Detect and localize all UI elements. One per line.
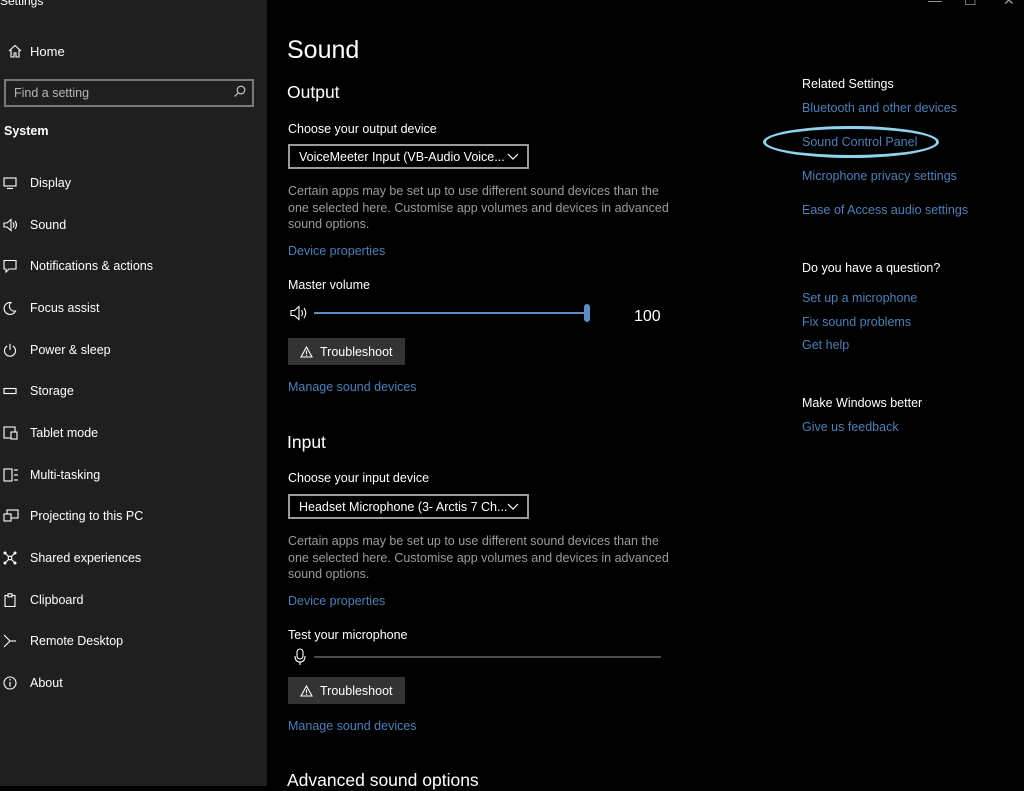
sidebar-item-projecting[interactable]: Projecting to this PC [0,502,267,530]
output-device-label: Choose your output device [288,122,437,136]
page-title: Sound [287,36,360,64]
sidebar-item-label: Remote Desktop [30,634,124,648]
advanced-sound-heading: Advanced sound options [287,770,479,790]
master-volume-fill [314,312,587,314]
sidebar-item-label: Notifications & actions [30,259,153,273]
storage-icon [0,384,30,398]
chevron-down-icon [507,503,519,511]
chevron-down-icon [507,153,519,161]
notification-icon [0,259,30,273]
projecting-icon [0,509,30,523]
sidebar-item-label: Display [30,176,71,190]
display-icon [0,176,30,190]
microphone-privacy-link[interactable]: Microphone privacy settings [802,169,957,183]
sidebar-item-label: Projecting to this PC [30,509,144,523]
give-feedback-link[interactable]: Give us feedback [802,420,899,434]
input-device-properties-link[interactable]: Device properties [288,594,385,608]
make-windows-better-heading: Make Windows better [802,396,923,410]
sidebar-item-remote-desktop[interactable]: Remote Desktop [0,627,267,655]
shared-icon [0,551,30,565]
power-icon [0,343,30,357]
input-manage-devices-link[interactable]: Manage sound devices [288,719,417,733]
troubleshoot-label: Troubleshoot [320,344,393,359]
output-note: Certain apps may be set up to use differ… [288,184,669,231]
warning-icon [300,684,313,697]
sidebar-item-about[interactable]: About [0,669,267,697]
sidebar-item-display[interactable]: Display [0,169,267,197]
tablet-icon [0,426,30,440]
sidebar-item-tablet-mode[interactable]: Tablet mode [0,419,267,447]
speaker-icon [0,218,30,232]
output-manage-devices-link[interactable]: Manage sound devices [288,380,417,394]
clipboard-icon [0,593,30,607]
sidebar-item-multitasking[interactable]: Multi-tasking [0,461,267,489]
warning-icon [300,345,313,358]
output-heading: Output [287,82,340,102]
fix-sound-problems-link[interactable]: Fix sound problems [802,315,911,329]
troubleshoot-label: Troubleshoot [320,683,393,698]
get-help-link[interactable]: Get help [802,338,849,352]
volume-icon[interactable] [290,305,310,321]
sidebar-item-label: Focus assist [30,301,100,315]
test-microphone-label: Test your microphone [288,628,408,642]
sidebar-item-clipboard[interactable]: Clipboard [0,586,267,614]
sidebar-item-sound[interactable]: Sound [0,211,267,239]
moon-icon [0,301,30,315]
sidebar: Settings Home System Display Sound Notif… [0,0,267,786]
main-content: Sound Output Choose your output device V… [267,0,1024,790]
sidebar-item-label: Power & sleep [30,343,111,357]
sidebar-item-label: Tablet mode [30,426,99,440]
info-icon [0,676,30,690]
sidebar-item-label: Multi-tasking [30,468,101,482]
bluetooth-devices-link[interactable]: Bluetooth and other devices [802,101,957,115]
input-note: Certain apps may be set up to use differ… [288,534,669,581]
output-device-value: VoiceMeeter Input (VB-Audio Voice... [299,149,505,164]
annotation-circle [763,126,939,158]
sidebar-item-focus-assist[interactable]: Focus assist [0,294,267,322]
output-device-dropdown[interactable]: VoiceMeeter Input (VB-Audio Voice... [288,144,529,169]
sidebar-item-storage[interactable]: Storage [0,377,267,405]
related-settings-heading: Related Settings [802,77,894,91]
home-label: Home [30,43,65,59]
sidebar-item-label: Shared experiences [30,551,142,565]
sidebar-item-shared-experiences[interactable]: Shared experiences [0,544,267,572]
sidebar-item-power-sleep[interactable]: Power & sleep [0,336,267,364]
output-troubleshoot-button[interactable]: Troubleshoot [288,338,405,365]
sidebar-item-label: Storage [30,384,74,398]
input-device-label: Choose your input device [288,471,430,485]
ease-of-access-audio-link[interactable]: Ease of Access audio settings [802,203,968,217]
input-troubleshoot-button[interactable]: Troubleshoot [288,677,405,704]
input-device-dropdown[interactable]: Headset Microphone (3- Arctis 7 Ch... [288,494,529,519]
master-volume-label: Master volume [288,278,370,292]
sidebar-item-label: About [30,676,63,690]
search-box[interactable] [4,79,254,107]
output-device-properties-link[interactable]: Device properties [288,244,385,258]
input-heading: Input [287,432,326,452]
master-volume-slider[interactable] [314,304,590,322]
setup-microphone-link[interactable]: Set up a microphone [802,291,917,305]
home-icon [0,44,30,58]
microphone-icon [294,648,306,666]
microphone-level-meter [314,656,661,658]
search-input[interactable] [6,81,224,105]
master-volume-value: 100 [634,308,661,325]
multitasking-icon [0,468,30,482]
sidebar-item-label: Clipboard [30,593,84,607]
sidebar-item-notifications[interactable]: Notifications & actions [0,252,267,280]
input-device-value: Headset Microphone (3- Arctis 7 Ch... [299,499,508,514]
question-heading: Do you have a question? [802,261,941,275]
app-title: Settings [0,0,44,8]
section-label-system: System [4,124,49,138]
sidebar-item-label: Sound [30,218,67,232]
home-link[interactable]: Home [0,40,267,62]
remote-desktop-icon [0,634,30,648]
search-icon[interactable] [233,85,246,98]
master-volume-thumb[interactable] [584,304,590,322]
